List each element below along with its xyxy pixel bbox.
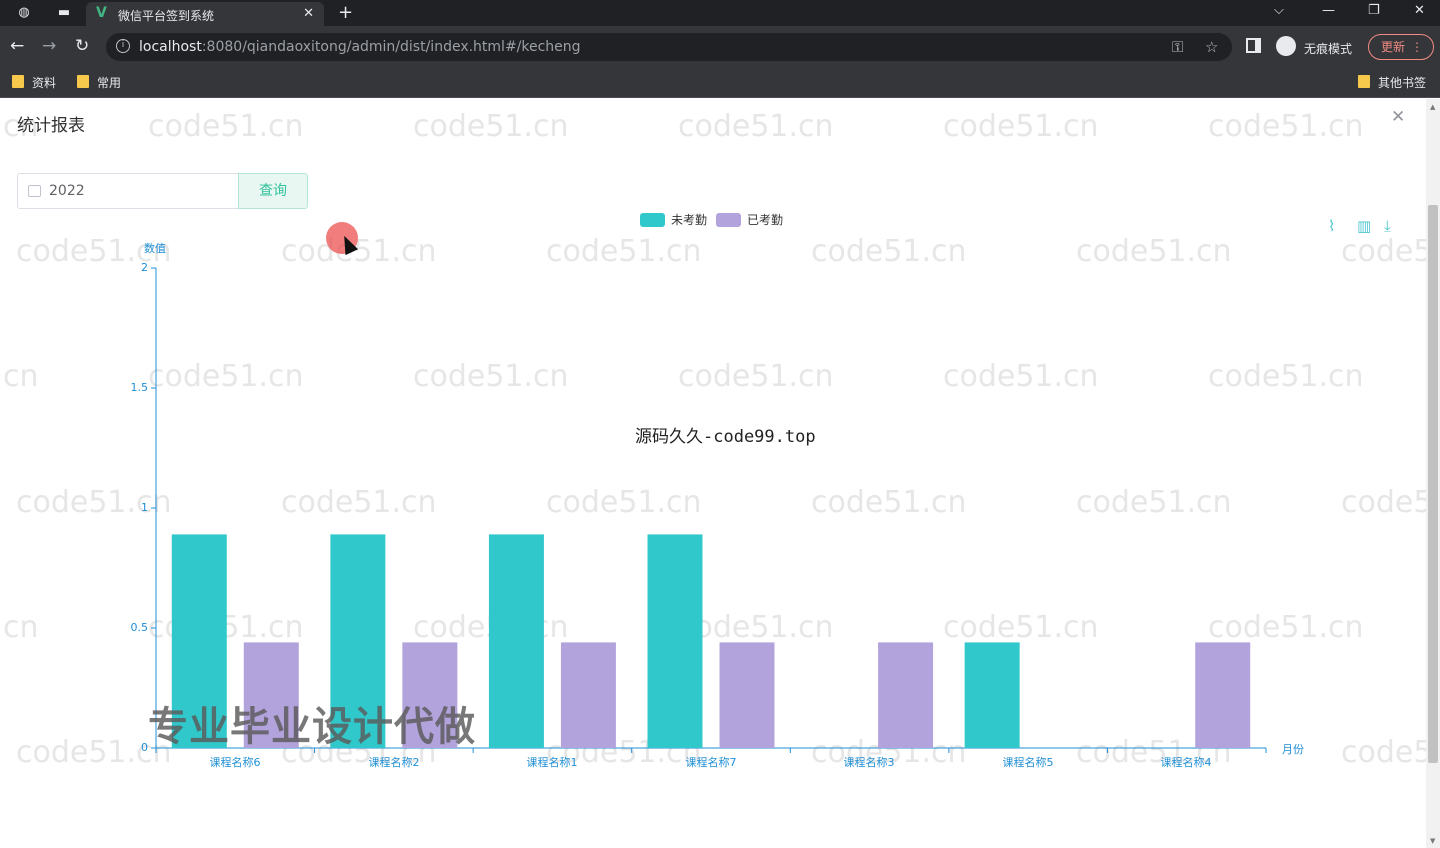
browser-titlebar: ◍ ▬ V 微信平台签到系统 ✕ + ⌵ — ❐ ✕: [0, 0, 1440, 26]
page-scrollbar[interactable]: ▲ ▼: [1426, 99, 1440, 848]
restore-icon[interactable]: ❐: [1368, 3, 1380, 18]
scroll-down-icon[interactable]: ▼: [1430, 837, 1435, 845]
address-bar[interactable]: i localhost:8080/qiandaoxitong/admin/dis…: [106, 33, 1232, 61]
overlay-watermark: 专业毕业设计代做: [148, 704, 476, 750]
page-content: code51.cncode51.cncode51.cncode51.cncode…: [0, 99, 1440, 848]
folder-icon: [1358, 75, 1370, 88]
incognito-label[interactable]: 无痕模式: [1304, 40, 1352, 57]
globe-icon[interactable]: ◍: [16, 5, 32, 21]
reload-icon[interactable]: ↻: [75, 36, 89, 56]
bookmark-folder-ziliao[interactable]: 资料: [12, 74, 56, 91]
bar-attended: [719, 642, 775, 748]
bookmarks-bar: 资料 常用 其他书签: [0, 68, 1440, 98]
tab-search-icon[interactable]: ⌵: [1274, 3, 1284, 18]
window-icon[interactable]: ▬: [56, 5, 72, 21]
browser-toolbar: ← → ↻ i localhost:8080/qiandaoxitong/adm…: [0, 26, 1440, 68]
bar-attended: [878, 642, 934, 748]
browser-tab[interactable]: V 微信平台签到系统 ✕: [86, 2, 324, 26]
url-text[interactable]: localhost:8080/qiandaoxitong/admin/dist/…: [139, 39, 581, 55]
tab-title: 微信平台签到系统: [118, 9, 215, 23]
menu-dots-icon[interactable]: ⋮: [1411, 35, 1423, 59]
bookmark-star-icon[interactable]: ☆: [1205, 38, 1218, 56]
scrollbar-thumb[interactable]: [1428, 205, 1438, 763]
window-close-icon[interactable]: ✕: [1414, 3, 1425, 18]
key-icon[interactable]: ⚿: [1172, 38, 1183, 56]
new-tab-icon[interactable]: +: [338, 2, 353, 23]
info-icon[interactable]: i: [116, 39, 130, 53]
bar-attended: [560, 642, 616, 748]
bar-unattended: [488, 534, 544, 748]
incognito-icon[interactable]: [1276, 36, 1296, 56]
minimize-icon[interactable]: —: [1322, 3, 1335, 18]
center-watermark: 源码久久-code99.top: [635, 427, 816, 447]
bar-unattended: [964, 642, 1020, 748]
folder-icon: [12, 75, 24, 88]
bar-attended: [1195, 642, 1251, 748]
forward-icon[interactable]: →: [42, 36, 56, 56]
bookmark-folder-changyong[interactable]: 常用: [77, 74, 121, 91]
vue-logo-icon: V: [96, 5, 107, 21]
bar-unattended: [647, 534, 703, 748]
scroll-up-icon[interactable]: ▲: [1430, 103, 1435, 111]
side-panel-icon[interactable]: [1246, 38, 1261, 53]
other-bookmarks[interactable]: 其他书签: [1358, 74, 1426, 91]
folder-icon: [77, 75, 89, 88]
close-tab-icon[interactable]: ✕: [303, 6, 314, 21]
update-button[interactable]: 更新 ⋮: [1368, 34, 1434, 60]
back-icon[interactable]: ←: [10, 36, 24, 56]
